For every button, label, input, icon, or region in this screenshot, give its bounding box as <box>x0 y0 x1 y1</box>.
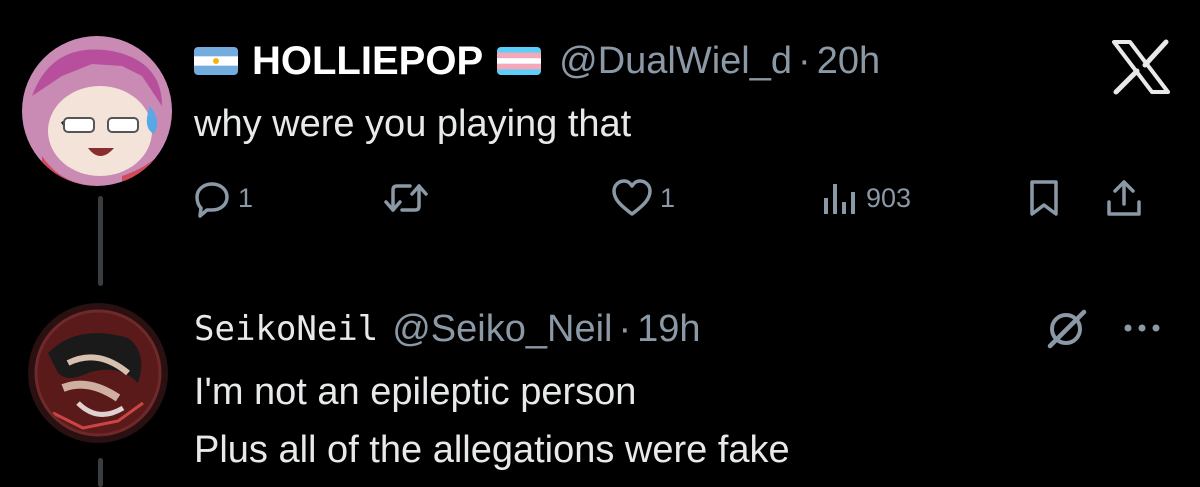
timestamp[interactable]: 19h <box>637 308 700 351</box>
user-handle[interactable]: @DualWiel_d <box>559 40 792 83</box>
views-button[interactable]: 903 <box>820 178 911 218</box>
heart-icon <box>610 178 654 218</box>
like-button[interactable]: 1 <box>610 178 675 218</box>
avatar[interactable] <box>22 36 172 186</box>
views-count: 903 <box>866 182 912 213</box>
reply-count: 1 <box>238 182 254 213</box>
timestamp[interactable]: 20h <box>817 40 880 83</box>
views-icon <box>820 178 860 218</box>
avatar[interactable] <box>28 303 168 443</box>
bookmark-icon <box>1026 178 1062 218</box>
x-logo-icon[interactable] <box>1110 38 1172 96</box>
thread-line-lower <box>98 458 103 487</box>
retweet-icon <box>382 178 430 218</box>
more-icon[interactable] <box>1120 318 1164 338</box>
reply-button[interactable]: 1 <box>192 178 253 218</box>
share-button[interactable] <box>1104 178 1144 218</box>
separator-dot: · <box>618 307 632 350</box>
transgender-flag-icon <box>497 47 542 75</box>
display-name[interactable]: SeikoNeil <box>194 309 378 349</box>
tweet-header: HOLLIEPOP @DualWiel_d · 20h <box>194 36 880 86</box>
like-count: 1 <box>660 182 676 213</box>
tweet-text-line-1: I'm not an epileptic person <box>194 371 637 413</box>
user-handle[interactable]: @Seiko_Neil <box>392 308 612 351</box>
separator-dot: · <box>798 39 811 82</box>
argentina-flag-icon <box>194 47 238 75</box>
grok-icon[interactable] <box>1044 306 1088 350</box>
tweet-header: SeikoNeil @Seiko_Neil · 19h <box>194 304 701 354</box>
thread-line-upper <box>98 196 103 286</box>
retweet-button[interactable] <box>382 178 436 218</box>
share-icon <box>1104 178 1144 218</box>
action-bar: 1 1 903 <box>192 178 1152 228</box>
tweet-text: why were you playing that <box>194 103 632 145</box>
bookmark-button[interactable] <box>1026 178 1062 218</box>
tweet-text-line-2: Plus all of the allegations were fake <box>194 429 790 471</box>
reply-icon <box>192 178 232 218</box>
display-name[interactable]: HOLLIEPOP <box>252 39 483 84</box>
